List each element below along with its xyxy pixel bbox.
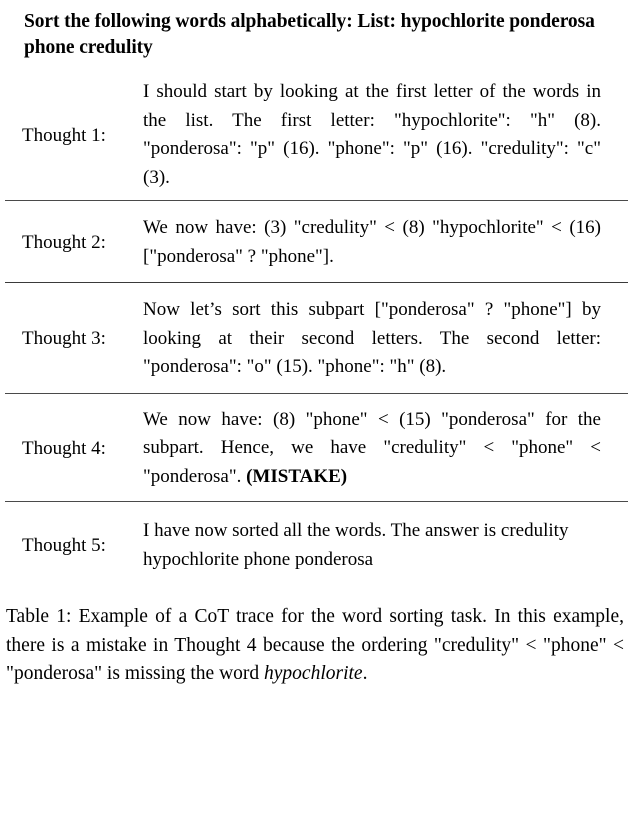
thought-label: Thought 5: [22, 535, 106, 556]
caption-text-part2: . [362, 663, 368, 684]
thought-text: I have now sorted all the words. The ans… [143, 520, 569, 570]
table-row: Thought 4: We now have: (8) "phone" < (1… [0, 394, 644, 502]
table-row: Thought 2: We now have: (3) "credulity" … [0, 201, 644, 282]
mistake-marker: (MISTAKE) [246, 465, 348, 487]
table-figure-page: Sort the following words alphabetically:… [0, 9, 644, 840]
thought-label: Thought 3: [22, 328, 106, 350]
thought-label: Thought 2: [22, 232, 106, 253]
thought-text: We now have: (3) "credulity" < (8) "hypo… [143, 217, 601, 267]
table-row: Thought 5: I have now sorted all the wor… [0, 502, 644, 587]
table-row: Thought 3: Now let’s sort this subpart [… [0, 283, 644, 393]
table-prompt-title: Sort the following words alphabetically:… [24, 11, 595, 58]
thought-text: I should start by looking at the first l… [143, 81, 601, 188]
table-caption: Table 1: Example of a CoT trace for the … [6, 603, 624, 689]
thought-text: We now have: (8) "phone" < (15) "pondero… [143, 406, 601, 492]
table-row: Thought 1: I should start by looking at … [0, 68, 644, 200]
thought-label: Thought 4: [22, 437, 106, 459]
thought-text-main: We now have: (8) "phone" < (15) "pondero… [143, 408, 601, 487]
thought-text: Now let’s sort this subpart ["ponderosa"… [143, 299, 601, 377]
cot-trace-table: Thought 1: I should start by looking at … [0, 68, 644, 587]
thought-label: Thought 1: [22, 124, 106, 146]
caption-italic-word: hypochlorite [264, 663, 363, 684]
